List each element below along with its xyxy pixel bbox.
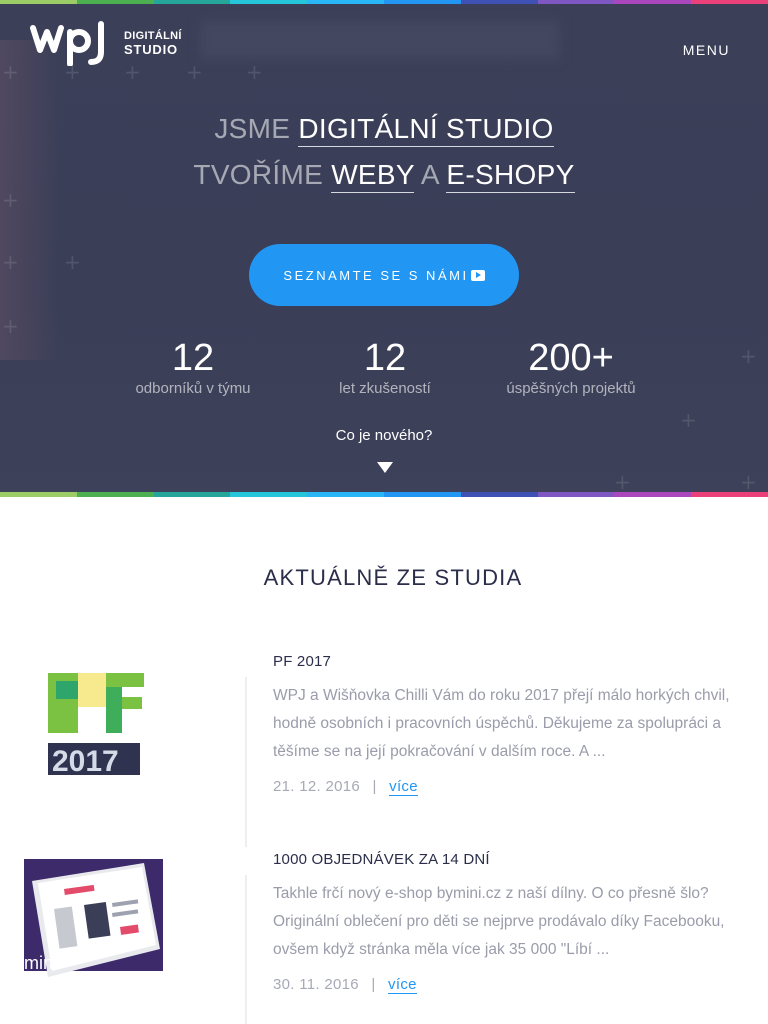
stripe-segment (153, 0, 231, 4)
arrow-down-icon[interactable] (377, 462, 393, 473)
get-to-know-us-button[interactable]: SEZNAMTE SE S NÁMI (249, 244, 519, 306)
digital-studio-link[interactable]: DIGITÁLNÍ STUDIO (298, 113, 554, 147)
logo-wordmark: DIGITÁLNÍ STUDIO (124, 30, 182, 56)
bymini-text: mini (24, 953, 57, 973)
pf-year-text: 2017 (52, 745, 119, 778)
color-stripe-bottom (0, 492, 768, 497)
stripe-segment (0, 492, 77, 497)
stat-label: odborníků v týmu (135, 380, 251, 397)
plus-decor-icon: + (740, 344, 757, 368)
plus-decor-icon: + (2, 314, 19, 338)
stripe-segment (0, 0, 77, 4)
headline-line1: JSME DIGITÁLNÍ STUDIO (0, 113, 768, 147)
stripe-segment (307, 492, 384, 497)
divider (245, 677, 247, 847)
news-excerpt: Takhle frčí nový e-shop bymini.cz z naší… (273, 885, 725, 958)
stripe-segment (383, 0, 461, 4)
plus-decor-icon: + (2, 188, 19, 212)
stripe-segment (76, 492, 154, 497)
news-meta: 30. 11. 2016 | více (273, 976, 417, 994)
stat-value: 12 (171, 337, 215, 379)
cta-label: SEZNAMTE SE S NÁMI (283, 267, 469, 283)
weby-link[interactable]: WEBY (331, 159, 415, 193)
wpj-logo-icon (30, 21, 104, 66)
stripe-segment (307, 0, 384, 4)
stripe-segment (76, 0, 154, 4)
hero-background-blur-top (200, 20, 560, 60)
read-more-link[interactable]: více (389, 778, 418, 796)
whats-new-link[interactable]: Co je nového? (0, 427, 768, 444)
menu-button[interactable]: MENU (683, 42, 730, 58)
stat-value: 12 (363, 337, 407, 379)
plus-decor-icon: + (186, 60, 203, 84)
stripe-segment (537, 492, 615, 497)
stripe-segment (230, 492, 308, 497)
wpj-logo[interactable]: DIGITÁLNÍ STUDIO (30, 20, 182, 66)
headline-prefix: TVOŘÍME (193, 159, 324, 190)
stripe-segment (537, 0, 615, 4)
hero-section: + + + + + + + + + + + + + DIGITÁLNÍ STUD… (0, 0, 768, 497)
news-title[interactable]: 1000 OBJEDNÁVEK ZA 14 DNÍ (273, 851, 490, 868)
news-thumbnail[interactable]: 2017 (48, 673, 148, 778)
stripe-segment (230, 0, 308, 4)
color-stripe-top (0, 0, 768, 4)
stat-projects: 200+ úspěšných projektů (490, 336, 652, 398)
stat-value: 200+ (528, 337, 614, 379)
stat-label: úspěšných projektů (506, 380, 636, 397)
stripe-segment (614, 492, 692, 497)
plus-decor-icon: + (740, 470, 757, 494)
stripe-segment (460, 0, 538, 4)
stripe-segment (691, 492, 768, 497)
stripe-segment (383, 492, 461, 497)
meta-separator: | (371, 976, 376, 993)
pf-2017-image: 2017 (48, 673, 144, 778)
plus-decor-icon: + (2, 60, 19, 84)
eshopy-link[interactable]: E-SHOPY (446, 159, 575, 193)
stripe-segment (460, 492, 538, 497)
stat-experts: 12 odborníků v týmu (118, 336, 268, 398)
news-date: 21. 12. 2016 (273, 778, 361, 795)
plus-decor-icon: + (64, 250, 81, 274)
play-icon (470, 269, 485, 281)
logo-line2: STUDIO (124, 42, 178, 57)
news-title[interactable]: PF 2017 (273, 653, 331, 670)
meta-separator: | (372, 778, 377, 795)
stat-years: 12 let zkušeností (310, 336, 460, 398)
stripe-segment (614, 0, 692, 4)
plus-decor-icon: + (2, 250, 19, 274)
news-excerpt: WPJ a Wišňovka Chilli Vám do roku 2017 p… (273, 687, 730, 760)
read-more-link[interactable]: více (388, 976, 417, 994)
headline-conjunction: A (420, 159, 439, 190)
stripe-segment (691, 0, 768, 4)
stripe-segment (153, 492, 231, 497)
news-meta: 21. 12. 2016 | více (273, 778, 418, 796)
stat-label: let zkušeností (339, 380, 431, 397)
news-date: 30. 11. 2016 (273, 976, 359, 993)
section-title: AKTUÁLNĚ ZE STUDIA (263, 565, 523, 590)
bymini-tablet-image: mini (24, 859, 163, 977)
plus-decor-icon: + (614, 470, 631, 494)
headline-prefix: JSME (214, 113, 291, 144)
divider (245, 875, 247, 1024)
news-thumbnail[interactable]: mini (24, 859, 164, 983)
plus-decor-icon: + (246, 60, 263, 84)
headline-line2: TVOŘÍME WEBY A E-SHOPY (0, 159, 768, 193)
